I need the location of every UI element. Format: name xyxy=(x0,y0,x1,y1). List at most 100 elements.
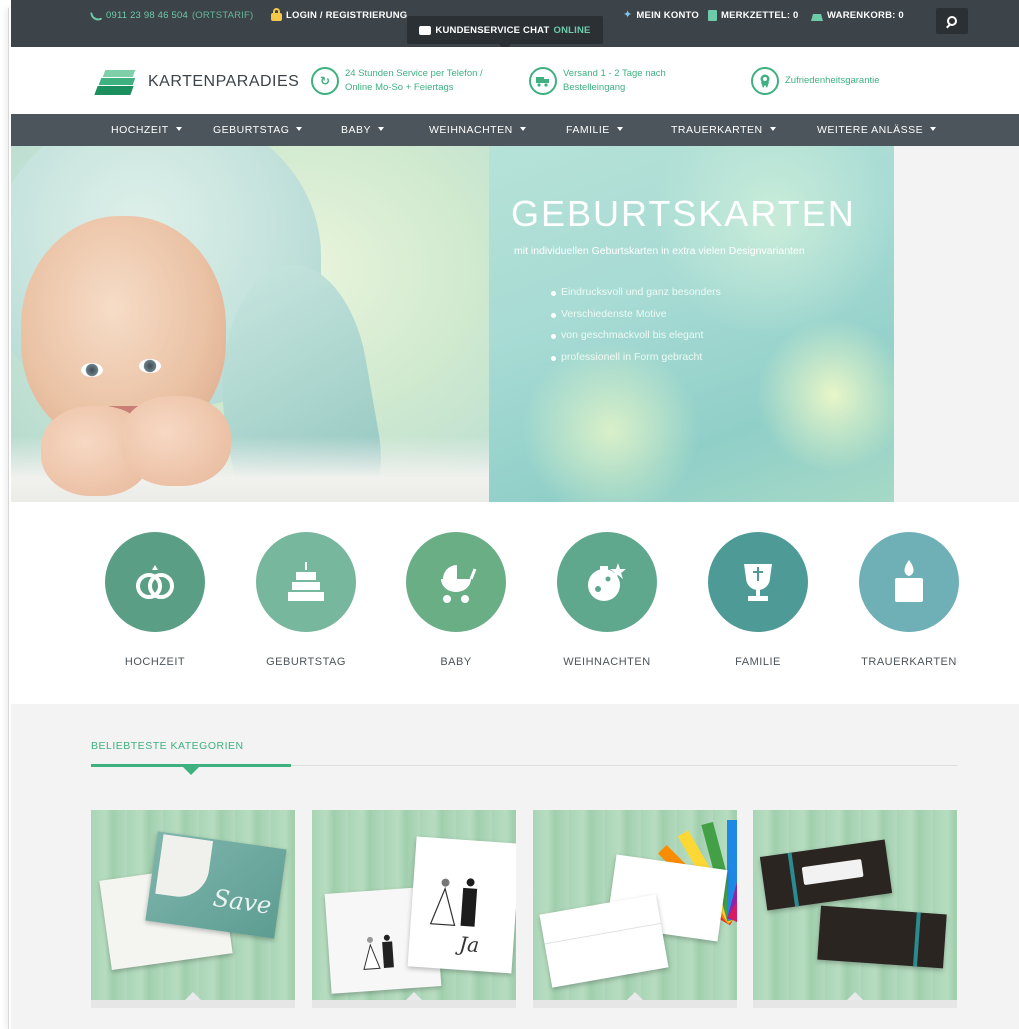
logo[interactable]: KARTENPARADIES xyxy=(94,67,300,97)
category-trauerkarten[interactable]: TRAUERKARTEN xyxy=(839,532,979,668)
hotline-tarif: (ORTSTARIF) xyxy=(191,10,254,21)
caret-down-icon xyxy=(519,127,526,131)
hero-bullet: Verschiedenste Motive xyxy=(551,304,721,326)
my-account-label: MEIN KONTO xyxy=(636,10,699,21)
login-label: LOGIN / REGISTRIERUNG xyxy=(286,10,408,21)
pin-icon: ✦ xyxy=(623,9,633,21)
nav-item-hochzeit[interactable]: HOCHZEIT xyxy=(111,124,182,136)
hero-banner[interactable]: GEBURTSKARTEN mit individuellen Geburtsk… xyxy=(11,146,1019,502)
category-geburtstag[interactable]: GEBURTSTAG xyxy=(236,532,376,668)
hotline[interactable]: 0911 23 98 46 504 (ORTSTARIF) xyxy=(89,8,254,23)
category-baby[interactable]: BABY xyxy=(386,532,526,668)
hero-title: GEBURTSKARTEN xyxy=(511,193,856,234)
tile-caption-bar xyxy=(312,1000,516,1008)
logo-text: KARTENPARADIES xyxy=(148,73,300,90)
nav-item-label: FAMILIE xyxy=(566,124,610,136)
chalice-icon xyxy=(708,532,808,632)
card-script-text: Ja xyxy=(458,931,481,958)
caret-down-icon xyxy=(769,127,776,131)
category-familie[interactable]: FAMILIE xyxy=(688,532,828,668)
category-label: HOCHZEIT xyxy=(124,656,186,668)
notepad-icon xyxy=(708,10,717,21)
basket-icon xyxy=(811,14,823,21)
search-icon xyxy=(947,16,957,26)
nav-item-weitere-anlaesse[interactable]: WEITERE ANLÄSSE xyxy=(817,124,937,136)
nav-item-label: WEIHNACHTEN xyxy=(429,124,513,136)
nav-item-baby[interactable]: BABY xyxy=(341,124,385,136)
nav-item-label: GEBURTSTAG xyxy=(213,124,290,136)
hero-bullet: von geschmackvoll bis elegant xyxy=(551,325,721,347)
usp-shipping-line1: Versand 1 - 2 Tage nach xyxy=(563,68,666,79)
usp-shipping: Versand 1 - 2 Tage nach Bestelleingang xyxy=(529,67,666,95)
nav-item-label: WEITERE ANLÄSSE xyxy=(817,124,924,136)
hero-bullet: Eindrucksvoll und ganz besonders xyxy=(551,282,721,304)
category-tile-elegant-cards[interactable] xyxy=(753,810,957,1000)
hero-bullet: professionell in Form gebracht xyxy=(551,347,721,369)
clock-icon: ↻ xyxy=(311,67,339,95)
award-icon xyxy=(751,67,779,95)
tile-caption-bar xyxy=(533,1000,737,1008)
usp-guarantee-label: Zufriedenheitsgarantie xyxy=(785,75,880,86)
caret-down-icon xyxy=(930,127,937,131)
category-shortcuts: HOCHZEIT GEBURTSTAG BABY WEIHNACHTEN FAM… xyxy=(11,502,1019,704)
nav-item-geburtstag[interactable]: GEBURTSTAG xyxy=(213,124,303,136)
truck-icon xyxy=(529,67,557,95)
lock-icon xyxy=(271,8,282,21)
ornament-icon xyxy=(557,532,657,632)
category-label: TRAUERKARTEN xyxy=(861,656,957,668)
customer-service-chat-button[interactable]: KUNDENSERVICE CHAT ONLINE xyxy=(407,16,603,51)
logo-icon xyxy=(94,67,138,97)
top-bar: 0911 23 98 46 504 (ORTSTARIF) LOGIN / RE… xyxy=(11,0,1019,51)
candle-icon xyxy=(859,532,959,632)
usp-service-line2: Online Mo-So + Feiertags xyxy=(345,82,454,93)
phone-icon xyxy=(89,8,104,23)
nav-item-weihnachten[interactable]: WEIHNACHTEN xyxy=(429,124,526,136)
category-tile-save-the-date[interactable]: Save xyxy=(91,810,295,1000)
usp-service: ↻ 24 Stunden Service per Telefon / Onlin… xyxy=(311,67,483,95)
active-tab-pointer xyxy=(183,767,199,775)
nav-item-label: TRAUERKARTEN xyxy=(671,124,763,136)
nav-item-trauerkarten[interactable]: TRAUERKARTEN xyxy=(671,124,776,136)
caret-down-icon xyxy=(296,127,303,131)
hero-subtitle: mit individuellen Geburtskarten in extra… xyxy=(514,245,805,257)
tile-caption-bar xyxy=(91,1000,295,1008)
stroller-icon xyxy=(406,532,506,632)
cart-link[interactable]: WARENKORB: 0 xyxy=(811,10,904,21)
category-weihnachten[interactable]: WEIHNACHTEN xyxy=(537,532,677,668)
main-navigation: HOCHZEIT GEBURTSTAG BABY WEIHNACHTEN FAM… xyxy=(11,114,1019,146)
rings-icon xyxy=(105,532,205,632)
chat-label: KUNDENSERVICE CHAT xyxy=(435,24,550,36)
cake-icon xyxy=(256,532,356,632)
category-tile-envelopes[interactable] xyxy=(533,810,737,1000)
tile-caption-bar xyxy=(753,1000,957,1008)
category-label: WEIHNACHTEN xyxy=(563,656,651,668)
login-link[interactable]: LOGIN / REGISTRIERUNG xyxy=(271,8,408,21)
cart-label: WARENKORB: 0 xyxy=(827,10,904,21)
nav-item-label: HOCHZEIT xyxy=(111,124,169,136)
category-label: BABY xyxy=(440,656,472,668)
caret-down-icon xyxy=(616,127,623,131)
wishlist-link[interactable]: MERKZETTEL: 0 xyxy=(708,10,799,21)
category-hochzeit[interactable]: HOCHZEIT xyxy=(85,532,225,668)
site-header: KARTENPARADIES ↻ 24 Stunden Service per … xyxy=(11,47,1019,114)
hero-bullet-list: Eindrucksvoll und ganz besonders Verschi… xyxy=(551,282,721,368)
chat-icon xyxy=(419,25,432,35)
search-button[interactable] xyxy=(936,8,968,34)
usp-guarantee: Zufriedenheitsgarantie xyxy=(751,67,880,95)
my-account-link[interactable]: ✦ MEIN KONTO xyxy=(623,9,699,22)
category-tile-wedding-invitations[interactable]: Ja xyxy=(312,810,516,1000)
usp-service-line1: 24 Stunden Service per Telefon / xyxy=(345,68,483,79)
caret-down-icon xyxy=(175,127,182,131)
baby-photo xyxy=(11,146,489,502)
chat-status: ONLINE xyxy=(553,24,591,36)
nav-item-label: BABY xyxy=(341,124,372,136)
usp-shipping-line2: Bestelleingang xyxy=(563,82,626,93)
wishlist-label: MERKZETTEL: 0 xyxy=(721,10,799,21)
save-the-date-text: Save xyxy=(211,883,274,920)
caret-down-icon xyxy=(378,127,385,131)
category-label: GEBURTSTAG xyxy=(266,656,346,668)
category-label: FAMILIE xyxy=(735,656,781,668)
tab-beliebteste-kategorien[interactable]: BELIEBTESTE KATEGORIEN xyxy=(91,740,244,752)
nav-item-familie[interactable]: FAMILIE xyxy=(566,124,623,136)
hotline-number: 0911 23 98 46 504 xyxy=(106,10,188,21)
